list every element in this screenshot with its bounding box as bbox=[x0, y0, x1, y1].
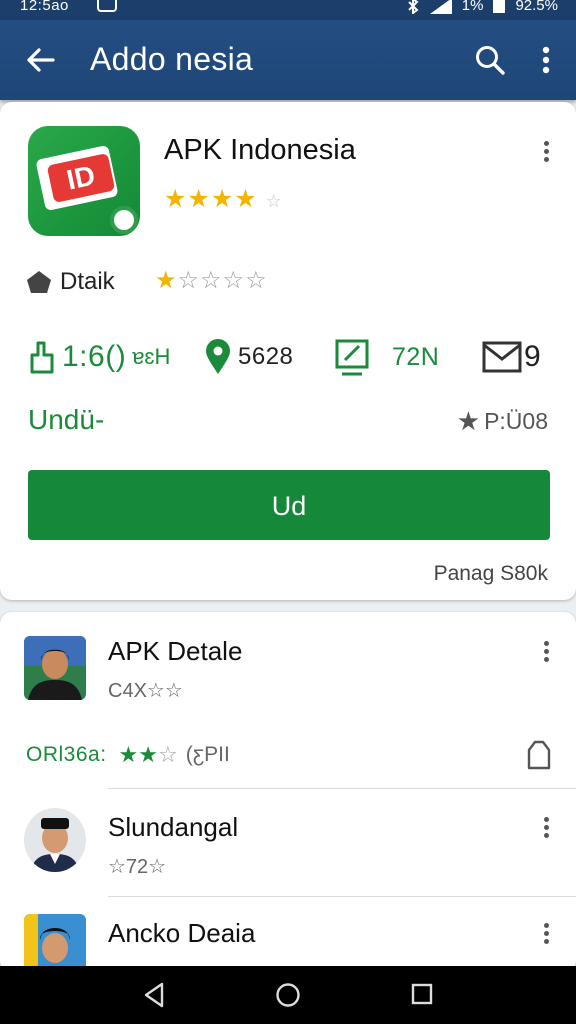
item-subtitle: C4X☆☆ bbox=[108, 680, 183, 702]
search-icon[interactable] bbox=[472, 42, 508, 78]
app-name[interactable]: APK Indonesia bbox=[164, 134, 356, 167]
nav-recents-icon[interactable] bbox=[410, 982, 434, 1006]
category-tag[interactable]: Dtaik bbox=[26, 268, 115, 296]
install-button[interactable]: Ud bbox=[28, 470, 550, 540]
mail-value: 9 bbox=[524, 340, 542, 373]
avatar bbox=[24, 914, 86, 966]
thumb-icon bbox=[30, 341, 54, 374]
bookmark-icon[interactable] bbox=[526, 740, 552, 770]
list-item[interactable]: Ancko Deaia bbox=[0, 912, 576, 966]
item-more-icon[interactable] bbox=[536, 814, 556, 844]
offer-stars-on: ★★ bbox=[118, 742, 158, 767]
avatar bbox=[24, 808, 86, 872]
bluetooth-icon bbox=[408, 0, 419, 14]
status-time: 12:5ao bbox=[20, 0, 69, 14]
score-value: P:Ü08 bbox=[484, 408, 548, 434]
battery-icon bbox=[493, 0, 506, 13]
divider bbox=[108, 788, 576, 789]
avatar bbox=[24, 636, 86, 700]
verified-badge-icon bbox=[110, 206, 138, 234]
location-pin-icon bbox=[206, 339, 230, 374]
system-nav-bar bbox=[0, 966, 576, 1024]
app-rating-tail: ☆ bbox=[265, 191, 283, 211]
category-rating-off: ☆☆☆☆ bbox=[177, 267, 268, 294]
location-value: 5628 bbox=[238, 343, 294, 370]
nav-home-icon[interactable] bbox=[275, 982, 301, 1008]
divider bbox=[108, 896, 576, 897]
app-bar: Addo nesia bbox=[0, 20, 576, 100]
stat-device: 72N bbox=[334, 336, 439, 378]
offer-row: ORl36a: ★★☆ (ƹPII bbox=[26, 742, 230, 768]
more-vert-icon[interactable] bbox=[530, 42, 562, 78]
stat-location: 5628 bbox=[204, 336, 293, 378]
likes-value: 1:6() bbox=[62, 340, 127, 373]
notification-icon bbox=[97, 0, 117, 12]
nav-back-icon[interactable] bbox=[142, 982, 166, 1008]
offer-stars: ★★☆ bbox=[119, 742, 178, 768]
item-title: APK Detale bbox=[108, 636, 243, 666]
app-detail-card: ID Dtaik ★☆☆☆☆ 1:6() ɐɛH 5628 72N 9 Undü… bbox=[0, 102, 576, 600]
back-arrow-icon[interactable] bbox=[22, 42, 58, 78]
offer-meta: (ƹPII bbox=[185, 743, 230, 766]
score-star-icon: ★ bbox=[456, 406, 481, 436]
category-rating-on: ★ bbox=[155, 267, 178, 294]
offer-label: ORl36a: bbox=[26, 743, 107, 766]
card-more-icon[interactable] bbox=[536, 138, 556, 168]
device-icon bbox=[335, 339, 369, 376]
app-rating-on: ★★★★ bbox=[164, 185, 258, 213]
score: ★ P:Ü08 bbox=[457, 406, 548, 437]
stat-mail: 9 bbox=[482, 336, 541, 378]
status-bar: 12:5ao 1% 92.5% bbox=[0, 0, 576, 20]
item-title: Slundangal bbox=[108, 812, 239, 842]
offer-stars-off: ☆ bbox=[158, 742, 178, 767]
tag-icon bbox=[27, 271, 51, 293]
item-title: Ancko Deaia bbox=[108, 918, 256, 948]
device-value: 72N bbox=[392, 342, 440, 371]
battery-level: 92.5% bbox=[515, 0, 558, 14]
item-more-icon[interactable] bbox=[536, 920, 556, 950]
mail-icon bbox=[482, 341, 522, 373]
item-subtitle: ☆72☆ bbox=[108, 856, 167, 878]
stat-likes: 1:6() ɐɛH bbox=[28, 336, 170, 378]
signal-icon bbox=[429, 0, 452, 14]
item-more-icon[interactable] bbox=[536, 638, 556, 668]
download-label: Undü- bbox=[28, 404, 105, 435]
size-note: Panag S80k bbox=[433, 562, 548, 585]
page-title: Addo nesia bbox=[90, 41, 254, 77]
likes-unit: ɐɛH bbox=[132, 344, 171, 369]
category-label: Dtaik bbox=[60, 268, 115, 295]
app-icon[interactable]: ID bbox=[28, 126, 140, 236]
category-rating: ★☆☆☆☆ bbox=[155, 266, 268, 295]
app-rating: ★★★★ ☆ bbox=[164, 184, 283, 214]
signal-level: 1% bbox=[461, 0, 484, 14]
